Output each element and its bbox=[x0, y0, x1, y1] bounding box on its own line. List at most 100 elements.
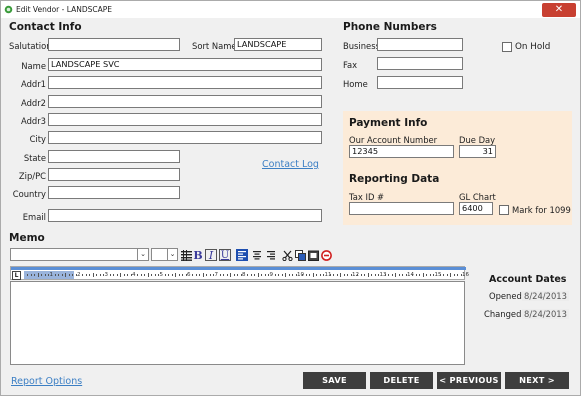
ruler-tick bbox=[450, 273, 452, 277]
ruler-number: 16 bbox=[462, 272, 469, 278]
ruler-number: 1 bbox=[49, 272, 54, 278]
addr3-field[interactable] bbox=[48, 113, 322, 126]
contact-info-heading: Contact Info bbox=[9, 21, 82, 33]
ruler-tick bbox=[446, 274, 448, 276]
ruler-tick bbox=[343, 274, 345, 276]
memo-ruler: L 1 2 3 4 5 6 7 8 9 10 11 12 13 14 15 16 bbox=[10, 266, 469, 280]
ruler-tick bbox=[395, 273, 397, 277]
state-label: State bbox=[23, 153, 46, 163]
sort-name-field[interactable]: LANDSCAPE bbox=[234, 38, 322, 51]
due-day-field[interactable]: 31 bbox=[459, 145, 496, 158]
ruler-tick bbox=[27, 274, 29, 276]
paste-icon[interactable] bbox=[307, 249, 319, 261]
memo-editor[interactable] bbox=[10, 281, 465, 365]
ruler-tick bbox=[44, 274, 46, 276]
mark-1099-checkbox[interactable] bbox=[499, 205, 509, 215]
ruler-tick bbox=[336, 274, 338, 276]
email-field[interactable] bbox=[48, 209, 322, 222]
tab-stop-icon[interactable]: L bbox=[12, 271, 21, 280]
country-label: Country bbox=[12, 189, 46, 199]
name-field[interactable]: LANDSCAPE SVC bbox=[48, 58, 322, 71]
on-hold-checkbox[interactable] bbox=[502, 42, 512, 52]
ruler-tick bbox=[147, 273, 149, 277]
ruler-tick bbox=[85, 274, 87, 276]
ruler-tick bbox=[305, 274, 307, 276]
align-center-icon[interactable] bbox=[251, 249, 263, 261]
cut-icon[interactable] bbox=[281, 249, 293, 261]
underline-icon[interactable]: U bbox=[219, 249, 231, 261]
copy-icon[interactable] bbox=[294, 249, 306, 261]
ruler-tick bbox=[333, 274, 335, 276]
country-field[interactable] bbox=[48, 186, 180, 199]
ruler-tick bbox=[199, 274, 201, 276]
ruler-tick bbox=[285, 273, 287, 277]
size-select[interactable] bbox=[151, 248, 168, 261]
state-field[interactable] bbox=[48, 150, 180, 163]
ruler-tick bbox=[37, 273, 39, 277]
ruler-tick bbox=[109, 274, 111, 276]
italic-icon[interactable]: I bbox=[205, 249, 217, 262]
ruler-tick bbox=[154, 274, 156, 276]
memo-heading: Memo bbox=[9, 232, 45, 244]
ruler-tick bbox=[261, 274, 263, 276]
align-left-icon[interactable] bbox=[236, 249, 248, 261]
next-button[interactable]: NEXT > bbox=[505, 372, 569, 389]
ruler-tick bbox=[309, 274, 311, 276]
align-right-icon[interactable] bbox=[265, 249, 277, 261]
ruler-tick bbox=[116, 274, 118, 276]
ruler-tick bbox=[415, 274, 417, 276]
ruler-tick bbox=[312, 273, 314, 277]
gl-chart-field[interactable]: 6400 bbox=[459, 202, 493, 215]
business-phone-field[interactable] bbox=[377, 38, 463, 51]
addr2-field[interactable] bbox=[48, 95, 322, 108]
home-phone-field[interactable] bbox=[377, 76, 463, 89]
previous-button[interactable]: < PREVIOUS bbox=[437, 372, 501, 389]
ruler-tick bbox=[65, 273, 67, 277]
ruler-tick bbox=[439, 274, 441, 276]
ruler-tick bbox=[127, 274, 129, 276]
salutation-field[interactable] bbox=[48, 38, 180, 51]
ruler-tick bbox=[140, 274, 142, 276]
ruler-tick bbox=[164, 274, 166, 276]
ruler-tick bbox=[202, 273, 204, 277]
font-select-chevron-down-icon[interactable]: ⌄ bbox=[137, 248, 149, 261]
ruler-tick bbox=[92, 273, 94, 277]
ruler-tick bbox=[360, 274, 362, 276]
delete-button[interactable]: DELETE bbox=[370, 372, 433, 389]
ruler-tick bbox=[329, 274, 331, 276]
bullet-list-icon[interactable] bbox=[180, 249, 192, 261]
fax-field[interactable] bbox=[377, 57, 463, 70]
close-button[interactable]: ✕ bbox=[542, 3, 576, 17]
zip-label: Zip/PC bbox=[18, 171, 46, 181]
ruler-tick bbox=[123, 274, 125, 276]
ruler-number: 9 bbox=[269, 272, 274, 278]
ruler-tick bbox=[281, 274, 283, 276]
font-select[interactable] bbox=[10, 248, 138, 261]
ruler-number: 7 bbox=[214, 272, 219, 278]
ruler-tick bbox=[384, 274, 386, 276]
tax-id-field[interactable] bbox=[349, 202, 454, 215]
save-button[interactable]: SAVE bbox=[303, 372, 366, 389]
bold-icon[interactable]: B bbox=[192, 249, 204, 262]
ruler-tick bbox=[99, 274, 101, 276]
size-select-chevron-down-icon[interactable]: ⌄ bbox=[167, 248, 178, 261]
ruler-tick bbox=[82, 274, 84, 276]
zip-field[interactable] bbox=[48, 168, 180, 181]
opened-label: Opened bbox=[489, 291, 522, 301]
ruler-tick bbox=[41, 274, 43, 276]
name-label: Name bbox=[21, 61, 46, 71]
clear-icon[interactable] bbox=[320, 249, 332, 261]
ruler-number: 3 bbox=[104, 272, 109, 278]
ruler-tick bbox=[195, 274, 197, 276]
ruler-tick bbox=[237, 274, 239, 276]
addr2-label: Addr2 bbox=[21, 98, 46, 108]
report-options-link[interactable]: Report Options bbox=[11, 376, 82, 387]
account-number-field[interactable]: 12345 bbox=[349, 145, 454, 158]
ruler-tick bbox=[209, 274, 211, 276]
contact-log-link[interactable]: Contact Log bbox=[262, 159, 319, 170]
city-field[interactable] bbox=[48, 131, 322, 144]
salutation-label: Salutation bbox=[9, 41, 52, 51]
ruler-tick bbox=[144, 274, 146, 276]
ruler-tick bbox=[257, 273, 259, 277]
addr1-field[interactable] bbox=[48, 76, 322, 89]
